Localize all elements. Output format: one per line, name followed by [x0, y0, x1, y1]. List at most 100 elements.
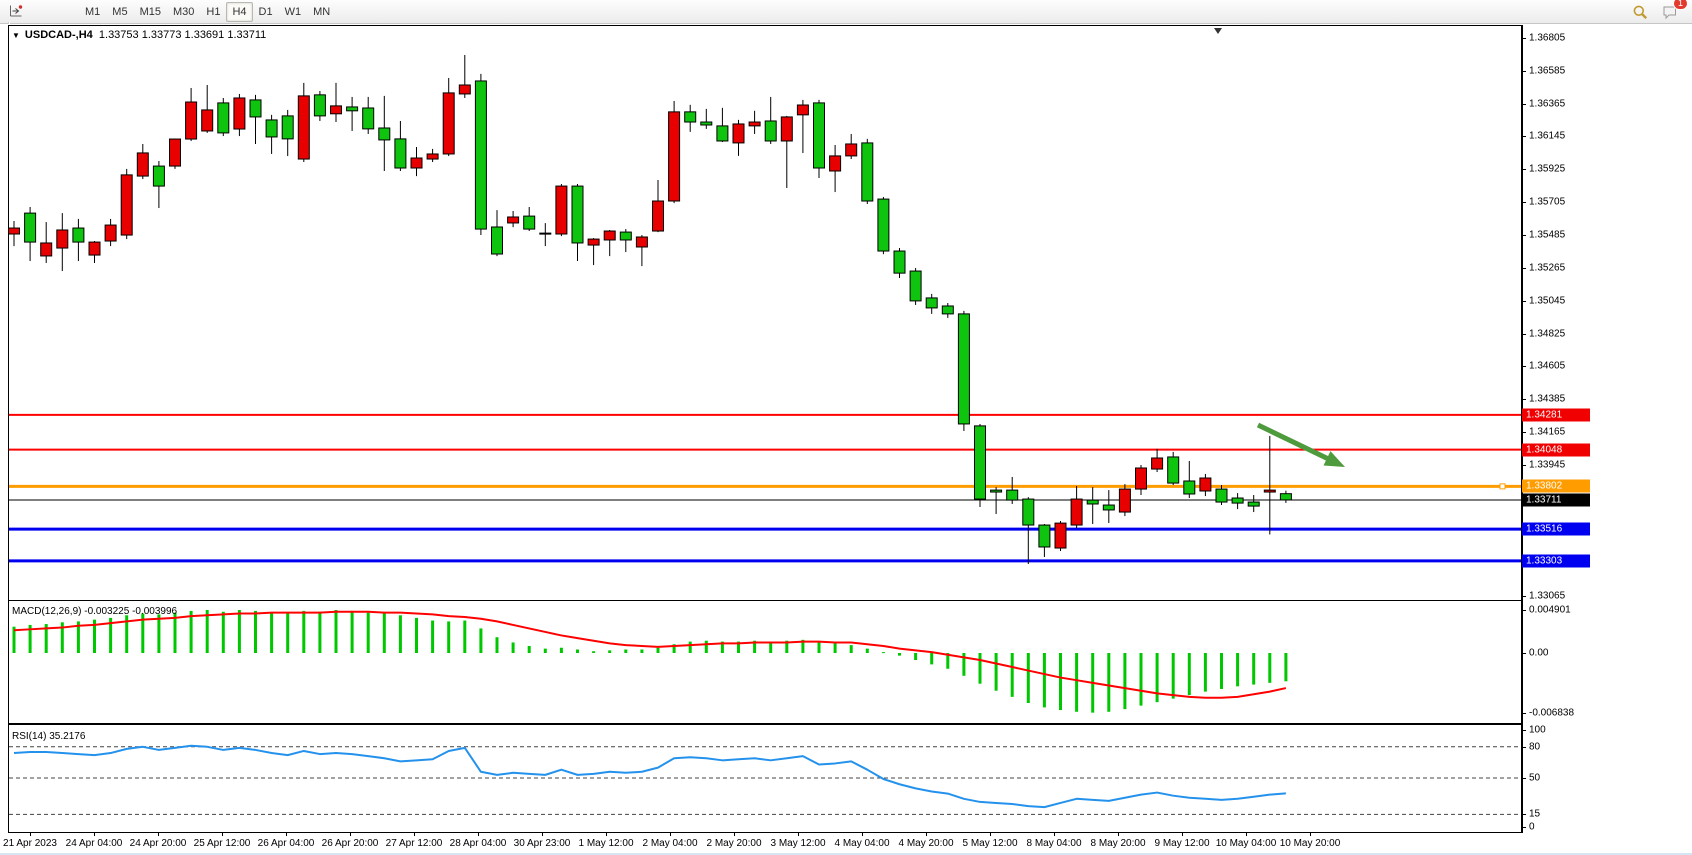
price-axis-label: 1.35045	[1529, 296, 1565, 307]
chat-button[interactable]: 1	[1658, 1, 1682, 23]
time-axis-tick	[478, 833, 479, 836]
candle	[218, 98, 229, 136]
macd-bar	[351, 611, 354, 653]
timeframe-toolbar: M1M5M15M30H1H4D1W1MN	[79, 2, 336, 22]
time-axis-tick	[542, 833, 543, 836]
time-axis-tick	[94, 833, 95, 836]
time-axis-label: 10 May 04:00	[1216, 838, 1277, 849]
chart-title: ▼ USDCAD-,H4 1.33753 1.33773 1.33691 1.33…	[12, 29, 266, 41]
macd-bar	[1172, 653, 1175, 699]
timeframe-button-m15[interactable]: M15	[134, 2, 167, 22]
time-axis-tick	[414, 833, 415, 836]
macd-bar	[447, 621, 450, 653]
time-axis-tick	[1182, 833, 1183, 836]
time-axis-label: 10 May 20:00	[1280, 838, 1341, 849]
macd-bar	[560, 648, 563, 653]
pivot-line-handle[interactable]	[1500, 484, 1505, 489]
search-button[interactable]	[1628, 1, 1652, 23]
auto-scroll-button[interactable]	[4, 0, 79, 22]
time-axis-tick	[1310, 833, 1311, 836]
price-axis-tick	[1522, 202, 1526, 203]
price-axis-label: 1.34605	[1529, 361, 1565, 372]
price-axis-tick	[1522, 38, 1526, 39]
time-axis-tick	[1054, 833, 1055, 836]
price-axis-label: 1.35485	[1529, 230, 1565, 241]
timeframe-button-mn[interactable]: MN	[307, 2, 336, 22]
candle	[556, 184, 567, 236]
timeframe-button-h4[interactable]: H4	[226, 2, 252, 22]
candle	[121, 169, 132, 239]
macd-bar	[1123, 653, 1126, 709]
candle	[958, 311, 969, 431]
chart-quote: 1.33753 1.33773 1.33691 1.33711	[99, 29, 266, 41]
macd-bar	[415, 618, 418, 653]
macd-bar	[367, 613, 370, 653]
macd-bar	[882, 652, 885, 653]
macd-bar	[318, 612, 321, 653]
timeframe-button-m5[interactable]: M5	[106, 2, 133, 22]
timeframe-button-m1[interactable]: M1	[79, 2, 106, 22]
time-axis-tick	[734, 833, 735, 836]
macd-bar	[1268, 653, 1271, 683]
time-axis-tick	[862, 833, 863, 836]
time-axis-label: 21 Apr 2023	[3, 838, 57, 849]
time-axis-label: 5 May 12:00	[962, 838, 1017, 849]
candle	[910, 268, 921, 305]
macd-bar	[528, 646, 531, 653]
bid-price-line-price-tag: 1.33711	[1522, 494, 1590, 507]
time-axis-tick	[1246, 833, 1247, 836]
macd-bar	[640, 649, 643, 653]
macd-bar	[399, 615, 402, 653]
macd-bar	[1188, 653, 1191, 695]
time-axis-label: 4 May 04:00	[834, 838, 889, 849]
support-line-1-price-tag: 1.33516	[1522, 523, 1590, 536]
timeframe-button-m30[interactable]: M30	[167, 2, 200, 22]
rsi-pane[interactable]	[8, 724, 1522, 833]
price-axis-tick	[1522, 596, 1526, 597]
candle	[669, 101, 680, 203]
pivot-line-price-tag: 1.33802	[1522, 480, 1590, 493]
price-axis-tick	[1522, 301, 1526, 302]
price-axis-tick	[1522, 827, 1526, 828]
price-axis-label: 1.33945	[1529, 460, 1565, 471]
time-axis-tick	[350, 833, 351, 836]
collapse-triangle-icon[interactable]: ▼	[12, 31, 20, 40]
macd-bar	[1220, 653, 1223, 689]
price-axis-tick	[1522, 268, 1526, 269]
macd-bar	[995, 653, 998, 691]
time-axis-tick	[798, 833, 799, 836]
price-axis-tick	[1522, 334, 1526, 335]
macd-pane[interactable]	[8, 600, 1522, 724]
macd-bar	[238, 610, 241, 653]
rsi-label: RSI(14) 35.2176	[12, 731, 85, 742]
macd-bar	[1059, 653, 1062, 710]
macd-bar	[1027, 653, 1030, 703]
time-axis-tick	[1118, 833, 1119, 836]
chart-symbol-period: USDCAD-,H4	[25, 29, 93, 41]
price-axis-label: 1.34825	[1529, 329, 1565, 340]
time-axis-label: 24 Apr 20:00	[130, 838, 187, 849]
macd-bar	[286, 614, 289, 653]
macd-bar	[1043, 653, 1046, 707]
timeframe-button-w1[interactable]: W1	[279, 2, 308, 22]
price-axis-label: 50	[1529, 773, 1540, 784]
price-axis-label: 1.36805	[1529, 33, 1565, 44]
macd-bar	[930, 653, 933, 664]
time-axis[interactable]: 21 Apr 202324 Apr 04:0024 Apr 20:0025 Ap…	[8, 833, 1522, 853]
macd-bar	[818, 642, 821, 653]
candle	[475, 74, 486, 235]
macd-bar	[1252, 653, 1255, 685]
candle	[170, 139, 181, 169]
timeframe-button-d1[interactable]: D1	[253, 2, 279, 22]
macd-bar	[431, 621, 434, 653]
price-axis-label: 1.33065	[1529, 591, 1565, 602]
time-axis-label: 4 May 20:00	[898, 838, 953, 849]
price-axis-tick	[1522, 235, 1526, 236]
chart-window[interactable]: ▼ USDCAD-,H4 1.33753 1.33773 1.33691 1.33…	[0, 24, 1692, 855]
price-axis-label: 1.34165	[1529, 427, 1565, 438]
timeframe-button-h1[interactable]: H1	[200, 2, 226, 22]
price-axis-label: 1.35925	[1529, 164, 1565, 175]
price-axis-tick	[1522, 104, 1526, 105]
main-chart-pane[interactable]	[8, 25, 1522, 601]
macd-bar	[1011, 653, 1014, 697]
